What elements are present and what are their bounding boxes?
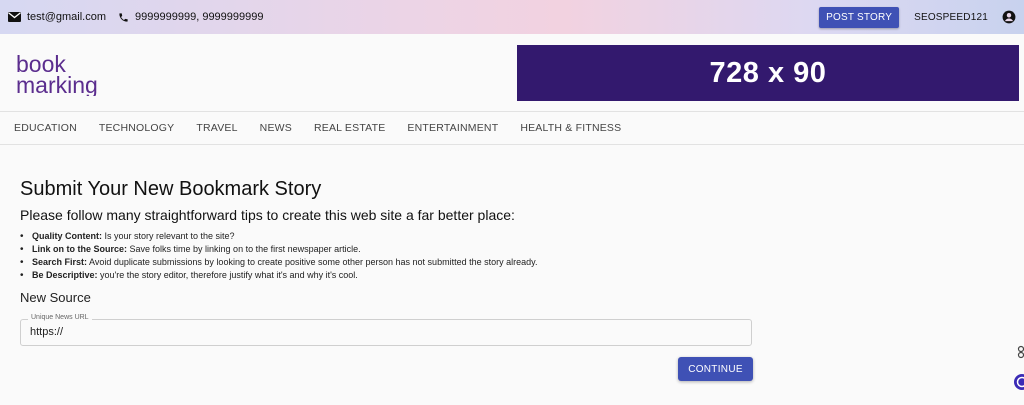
tip-label: Be Descriptive: (32, 270, 98, 280)
category-nav: EDUCATION TECHNOLOGY TRAVEL NEWS REAL ES… (0, 112, 1024, 145)
tip-text: you're the story editor, therefore justi… (97, 270, 358, 280)
tip-item: Link on to the Source: Save folks time b… (20, 243, 760, 256)
email-icon (8, 12, 21, 22)
tip-text: Avoid duplicate submissions by looking t… (87, 257, 538, 267)
contact-info: test@gmail.com 9999999999, 9999999999 (8, 11, 276, 23)
submit-story-section: Submit Your New Bookmark Story Please fo… (20, 178, 760, 305)
tip-text: Is your story relevant to the site? (102, 231, 235, 241)
tips-list: Quality Content: Is your story relevant … (20, 230, 760, 282)
news-url-field[interactable]: Unique News URL (20, 314, 752, 346)
nav-item-news[interactable]: NEWS (260, 122, 292, 134)
nav-item-technology[interactable]: TECHNOLOGY (99, 122, 175, 134)
tip-label: Quality Content: (32, 231, 102, 241)
news-url-label: Unique News URL (28, 314, 92, 321)
tip-item: Be Descriptive: you're the story editor,… (20, 269, 760, 282)
nav-item-travel[interactable]: TRAVEL (196, 122, 237, 134)
contact-email[interactable]: test@gmail.com (27, 11, 106, 23)
nav-item-education[interactable]: EDUCATION (14, 122, 77, 134)
site-logo[interactable]: book marking (16, 51, 126, 98)
tip-item: Quality Content: Is your story relevant … (20, 230, 760, 243)
tip-label: Search First: (32, 257, 88, 267)
nav-item-entertainment[interactable]: ENTERTAINMENT (407, 122, 498, 134)
widget-icon[interactable] (1014, 345, 1024, 359)
tip-label: Link on to the Source: (32, 244, 128, 254)
nav-item-health-fitness[interactable]: HEALTH & FITNESS (520, 122, 621, 134)
top-bar: test@gmail.com 9999999999, 9999999999 PO… (0, 0, 1024, 34)
page-subtitle: Please follow many straightforward tips … (20, 207, 515, 223)
username-menu[interactable]: SEOSPEED121 (914, 12, 988, 23)
site-header: book marking 728 x 90 (0, 34, 1024, 112)
ad-banner[interactable]: 728 x 90 (517, 45, 1019, 101)
news-url-input[interactable] (30, 326, 730, 338)
tip-text: Save folks time by linking on to the fir… (127, 244, 361, 254)
phone-icon (118, 12, 129, 23)
nav-item-real-estate[interactable]: REAL ESTATE (314, 122, 385, 134)
contact-phones[interactable]: 9999999999, 9999999999 (135, 11, 263, 23)
new-source-heading: New Source (20, 290, 91, 305)
accessibility-icon[interactable] (1012, 373, 1024, 391)
post-story-button[interactable]: POST STORY (819, 6, 900, 28)
page-title: Submit Your New Bookmark Story (20, 178, 322, 200)
continue-button[interactable]: CONTINUE (678, 357, 753, 381)
account-icon[interactable] (1002, 10, 1016, 24)
svg-text:marking: marking (16, 72, 98, 96)
tip-item: Search First: Avoid duplicate submission… (20, 256, 760, 269)
